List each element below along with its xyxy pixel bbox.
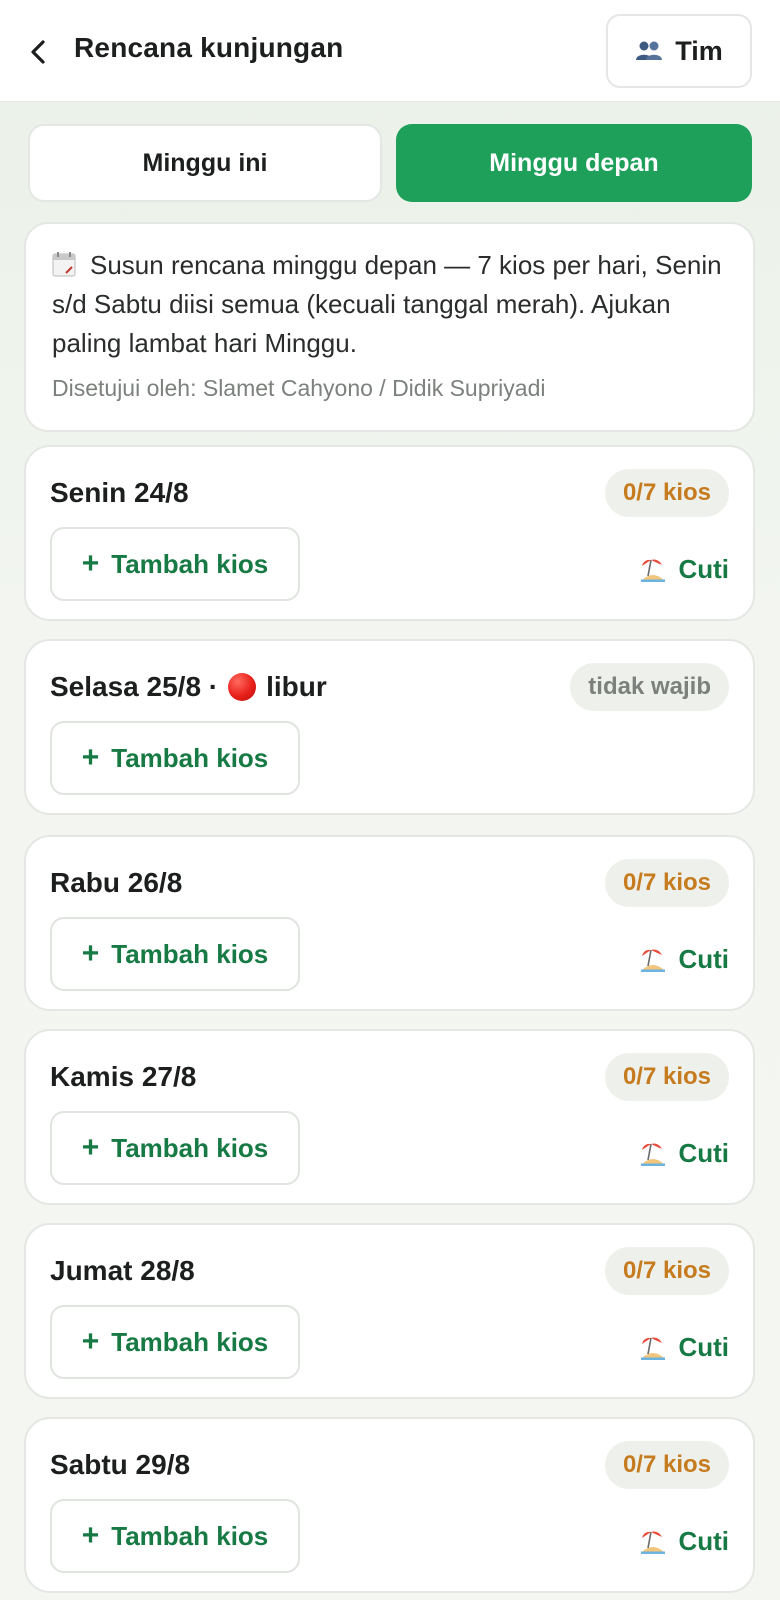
- plus-icon: +: [81, 1519, 100, 1552]
- leave-label: Cuti: [678, 553, 729, 584]
- beach-island-icon: [641, 949, 666, 972]
- day-card-jumat: Jumat 28/8 0/7 kios + Tambah kios Cuti: [24, 1223, 755, 1399]
- leave-label: Cuti: [678, 1331, 729, 1362]
- day-title: Kamis 27/8: [50, 1061, 197, 1092]
- week-tabs: Minggu ini Minggu depan: [28, 124, 752, 202]
- kios-count-badge: 0/7 kios: [604, 469, 729, 517]
- leave-button[interactable]: Cuti: [640, 551, 729, 587]
- top-app-bar: Rencana kunjungan Tim: [0, 0, 780, 102]
- kios-count-badge: 0/7 kios: [604, 859, 729, 907]
- add-kios-button[interactable]: + Tambah kios: [50, 1499, 300, 1573]
- plus-icon: +: [81, 1325, 100, 1358]
- plus-icon: +: [81, 741, 100, 774]
- day-title-text: Selasa 25/8 ·: [50, 671, 219, 702]
- kios-count-badge: 0/7 kios: [604, 1441, 729, 1489]
- chevron-left-icon: [31, 40, 45, 64]
- team-button[interactable]: Tim: [606, 14, 752, 88]
- day-card-kamis: Kamis 27/8 0/7 kios + Tambah kios Cuti: [24, 1029, 755, 1205]
- beach-island-icon: [641, 1337, 666, 1360]
- add-kios-button[interactable]: + Tambah kios: [50, 1111, 300, 1185]
- day-title: Selasa 25/8 · libur: [50, 671, 327, 703]
- add-kios-button[interactable]: + Tambah kios: [50, 917, 300, 991]
- info-card: Susun rencana minggu depan — 7 kios per …: [24, 222, 755, 432]
- kios-count-badge: 0/7 kios: [604, 1247, 729, 1295]
- day-card-rabu: Rabu 26/8 0/7 kios + Tambah kios Cuti: [24, 835, 755, 1011]
- red-circle-icon: [228, 673, 257, 701]
- beach-island-icon: [641, 1143, 666, 1166]
- tab-next-week[interactable]: Minggu depan: [396, 124, 752, 202]
- day-title: Senin 24/8: [50, 477, 189, 508]
- leave-button[interactable]: Cuti: [640, 1135, 729, 1171]
- kios-count-badge: 0/7 kios: [604, 1053, 729, 1101]
- beach-island-icon: [641, 1531, 666, 1554]
- leave-button[interactable]: Cuti: [640, 1329, 729, 1365]
- day-card-selasa: Selasa 25/8 · libur tidak wajib + Tambah…: [24, 639, 755, 815]
- plus-icon: +: [81, 937, 100, 970]
- leave-button[interactable]: Cuti: [640, 1523, 729, 1559]
- add-kios-label: Tambah kios: [111, 1326, 269, 1357]
- add-kios-button[interactable]: + Tambah kios: [50, 721, 300, 795]
- optional-badge: tidak wajib: [570, 663, 729, 711]
- add-kios-button[interactable]: + Tambah kios: [50, 1305, 300, 1379]
- approvers-text: Disetujui oleh: Slamet Cahyono / Didik S…: [52, 375, 546, 401]
- add-kios-button[interactable]: + Tambah kios: [50, 527, 300, 601]
- leave-label: Cuti: [678, 943, 729, 974]
- add-kios-label: Tambah kios: [111, 742, 269, 773]
- people-icon: [636, 41, 663, 60]
- day-card-senin: Senin 24/8 0/7 kios + Tambah kios Cuti: [24, 445, 755, 621]
- team-button-label: Tim: [675, 35, 723, 66]
- info-text: Susun rencana minggu depan — 7 kios per …: [52, 250, 722, 358]
- page-title: Rencana kunjungan: [74, 32, 344, 63]
- leave-label: Cuti: [678, 1137, 729, 1168]
- plus-icon: +: [81, 1131, 100, 1164]
- tab-this-week[interactable]: Minggu ini: [28, 124, 382, 202]
- back-button[interactable]: [22, 36, 54, 68]
- leave-button[interactable]: Cuti: [640, 941, 729, 977]
- day-title: Jumat 28/8: [50, 1255, 195, 1286]
- add-kios-label: Tambah kios: [111, 548, 269, 579]
- day-title: Sabtu 29/8: [50, 1449, 191, 1480]
- add-kios-label: Tambah kios: [111, 1132, 269, 1163]
- calendar-icon: [52, 252, 76, 277]
- add-kios-label: Tambah kios: [111, 1520, 269, 1551]
- day-card-sabtu: Sabtu 29/8 0/7 kios + Tambah kios Cuti: [24, 1417, 755, 1593]
- day-title: Rabu 26/8: [50, 867, 183, 898]
- add-kios-label: Tambah kios: [111, 938, 269, 969]
- holiday-label: libur: [266, 671, 327, 702]
- plus-icon: +: [81, 547, 100, 580]
- leave-label: Cuti: [678, 1525, 729, 1556]
- beach-island-icon: [641, 559, 666, 582]
